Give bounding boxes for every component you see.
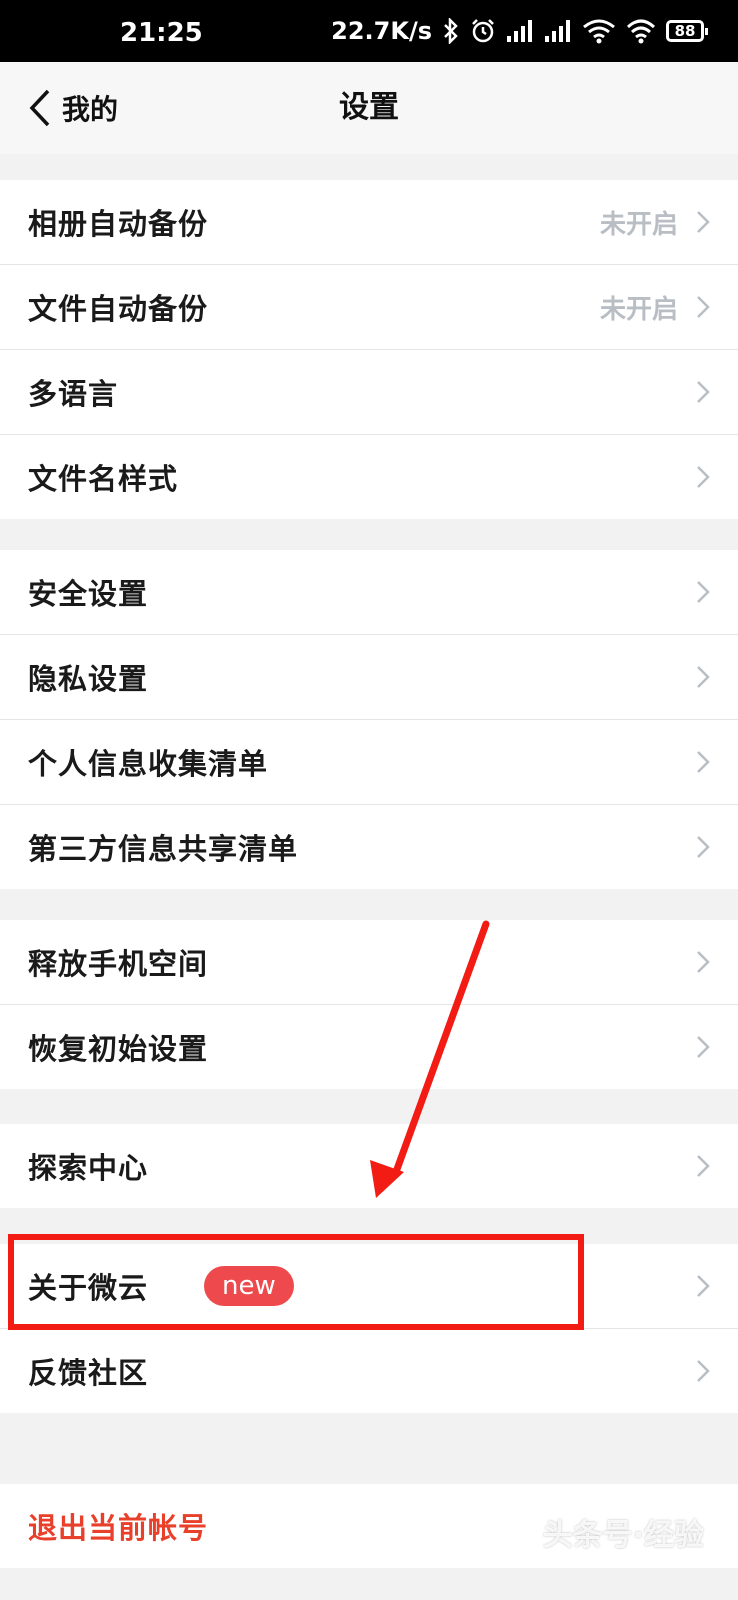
row-explore-center[interactable]: 探索中心: [0, 1124, 738, 1208]
wifi-hd-icon: [583, 19, 615, 44]
chevron-right-icon: [697, 466, 710, 488]
settings-group-privacy: 安全设置 隐私设置 个人信息收集清单 第三方信息共享清单: [0, 550, 738, 889]
chevron-right-icon: [697, 296, 710, 318]
row-label: 多语言: [28, 377, 119, 411]
row-filename-style[interactable]: 文件名样式: [0, 435, 738, 519]
status-bar: 21:25 22.7K/s 88: [0, 0, 738, 62]
row-feedback-community[interactable]: 反馈社区: [0, 1329, 738, 1413]
signal-icon: [507, 20, 532, 42]
row-value: 未开启: [599, 294, 678, 325]
row-language[interactable]: 多语言: [0, 350, 738, 435]
chevron-right-icon: [697, 581, 710, 603]
settings-group-explore: 探索中心: [0, 1124, 738, 1208]
chevron-right-icon: [697, 1036, 710, 1058]
row-label: 关于微云: [28, 1271, 149, 1305]
row-label: 恢复初始设置: [28, 1032, 209, 1066]
chevron-right-icon: [697, 951, 710, 973]
wifi-icon: [626, 19, 656, 44]
row-personal-info-list[interactable]: 个人信息收集清单: [0, 720, 738, 805]
chevron-right-icon: [697, 211, 710, 233]
row-label: 隐私设置: [28, 662, 149, 696]
net-speed: 22.7K/s: [331, 17, 432, 45]
row-label: 第三方信息共享清单: [28, 832, 299, 866]
chevron-right-icon: [697, 1155, 710, 1177]
chevron-right-icon: [697, 1275, 710, 1297]
row-security-settings[interactable]: 安全设置: [0, 550, 738, 635]
row-label: 个人信息收集清单: [28, 747, 269, 781]
page-title: 设置: [339, 90, 399, 125]
row-label: 文件名样式: [28, 462, 179, 496]
alarm-icon: [472, 19, 494, 43]
row-about-weiyun[interactable]: 关于微云 new: [0, 1244, 738, 1329]
row-privacy-settings[interactable]: 隐私设置: [0, 635, 738, 720]
chevron-right-icon: [697, 836, 710, 858]
chevron-right-icon: [697, 1360, 710, 1382]
chevron-right-icon: [697, 751, 710, 773]
new-badge: new: [204, 1266, 294, 1306]
status-icons: 22.7K/s 88: [331, 16, 708, 46]
watermark: 头条号·经验: [542, 1518, 704, 1553]
row-file-backup[interactable]: 文件自动备份 未开启: [0, 265, 738, 350]
row-label: 相册自动备份: [28, 207, 209, 241]
row-label: 探索中心: [28, 1151, 149, 1185]
row-third-party-sharing-list[interactable]: 第三方信息共享清单: [0, 805, 738, 889]
row-reset-settings[interactable]: 恢复初始设置: [0, 1005, 738, 1089]
status-time: 21:25: [120, 18, 203, 48]
chevron-right-icon: [697, 381, 710, 403]
settings-group-storage: 释放手机空间 恢复初始设置: [0, 920, 738, 1089]
settings-group-backup: 相册自动备份 未开启 文件自动备份 未开启 多语言 文件名样式: [0, 180, 738, 519]
row-label: 安全设置: [28, 577, 149, 611]
logout-label: 退出当前帐号: [28, 1511, 209, 1545]
settings-group-about: 关于微云 new 反馈社区: [0, 1244, 738, 1413]
row-label: 反馈社区: [28, 1356, 149, 1390]
signal-icon: [545, 20, 570, 42]
chevron-right-icon: [697, 666, 710, 688]
bluetooth-icon: [444, 18, 458, 44]
row-label: 释放手机空间: [28, 947, 209, 981]
row-label: 文件自动备份: [28, 292, 209, 326]
row-value: 未开启: [599, 209, 678, 240]
battery-icon: 88: [666, 20, 708, 42]
row-album-backup[interactable]: 相册自动备份 未开启: [0, 180, 738, 265]
row-free-up-space[interactable]: 释放手机空间: [0, 920, 738, 1005]
nav-bar: 我的 设置: [0, 62, 738, 154]
